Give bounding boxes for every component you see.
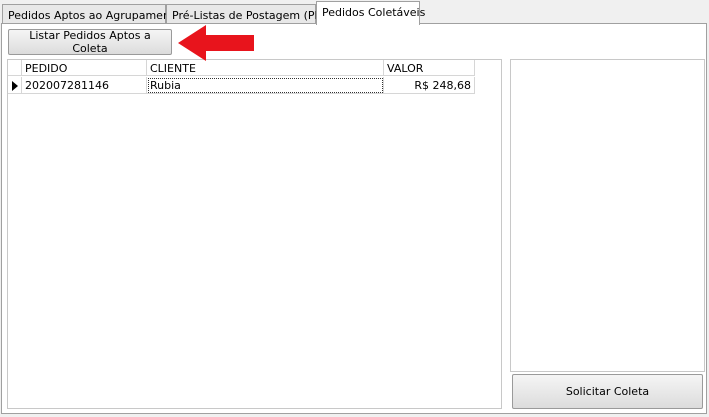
red-arrow-annotation-icon: [178, 25, 254, 61]
table-row[interactable]: 202007281146 Rubia R$ 248,68: [8, 77, 475, 94]
current-row-indicator-icon: [12, 81, 18, 91]
row-header-corner: [8, 60, 22, 76]
tab-pedidos-coletaveis[interactable]: Pedidos Coletáveis: [316, 1, 425, 25]
tab-label: Pré-Listas de Postagem (PLP): [172, 9, 332, 22]
window: Pedidos Aptos ao Agrupamento Pré-Listas …: [0, 0, 709, 417]
tab-pre-listas-postagem[interactable]: Pré-Listas de Postagem (PLP): [166, 4, 332, 24]
tab-label: Pedidos Aptos ao Agrupamento: [8, 9, 181, 22]
column-header-valor[interactable]: VALOR: [384, 60, 475, 76]
tab-pedidos-aptos-agrupamento[interactable]: Pedidos Aptos ao Agrupamento: [2, 4, 181, 24]
listar-pedidos-button[interactable]: Listar Pedidos Aptos a Coleta: [8, 29, 172, 55]
pedidos-grid[interactable]: PEDIDO CLIENTE VALOR 202007281146 Rubia …: [7, 59, 502, 409]
tab-panel-pedidos-coletaveis: Listar Pedidos Aptos a Coleta PEDIDO CLI…: [1, 23, 707, 414]
cell-cliente[interactable]: Rubia: [147, 77, 384, 94]
column-header-pedido[interactable]: PEDIDO: [22, 60, 147, 76]
cell-valor[interactable]: R$ 248,68: [384, 77, 475, 94]
cell-pedido[interactable]: 202007281146: [22, 77, 147, 94]
tab-label: Pedidos Coletáveis: [322, 6, 426, 19]
arrow-shape: [178, 25, 254, 61]
solicitar-coleta-button[interactable]: Solicitar Coleta: [512, 374, 703, 409]
side-panel: [510, 59, 705, 372]
